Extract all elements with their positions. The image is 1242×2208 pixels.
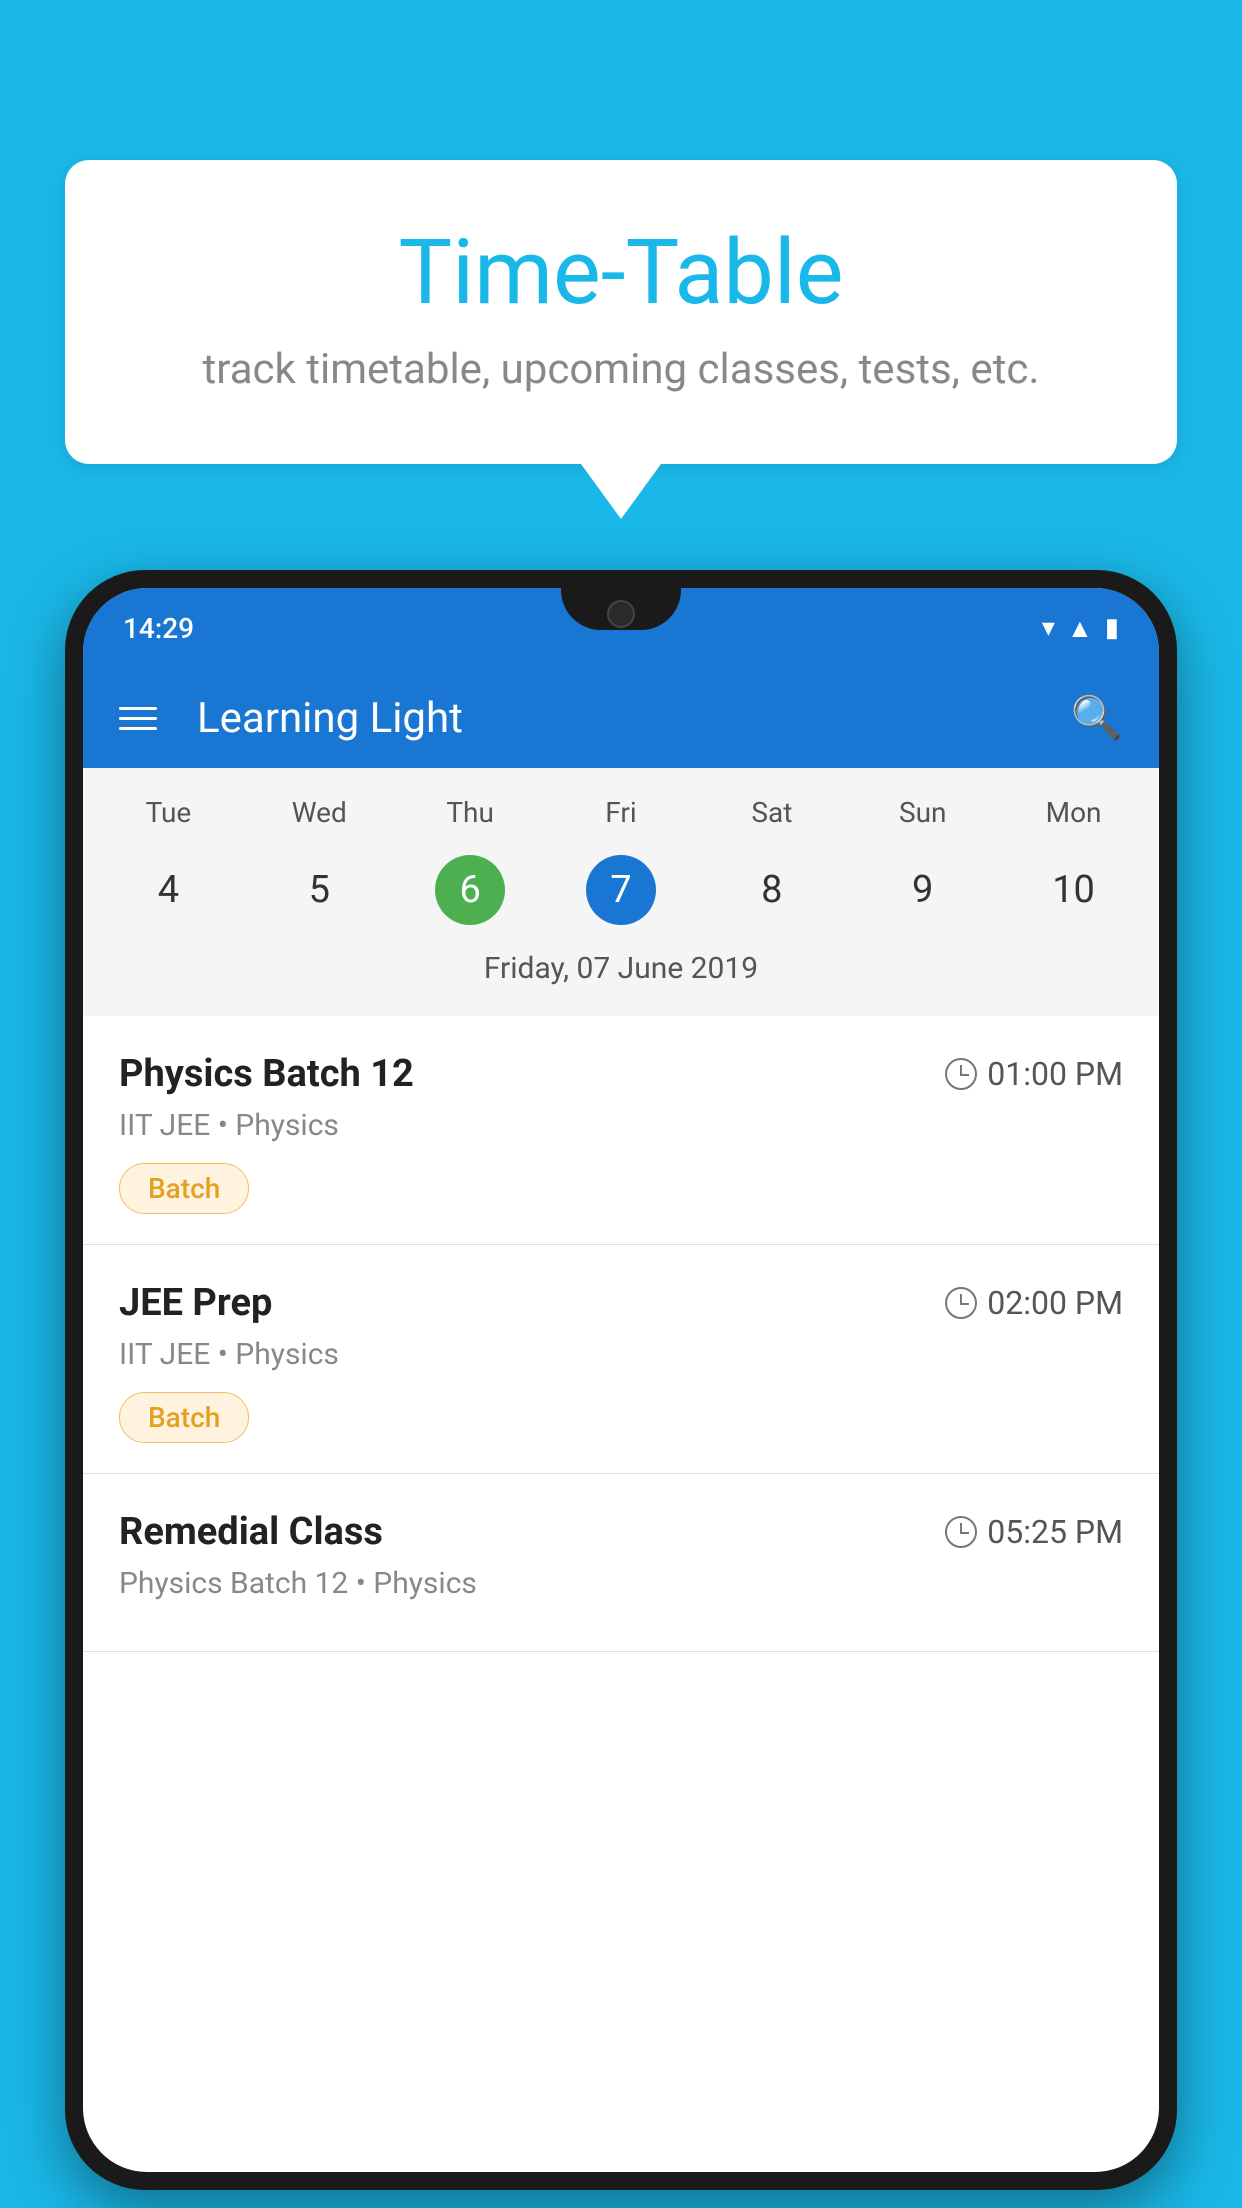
status-time: 14:29	[123, 612, 194, 645]
schedule-item-3[interactable]: Remedial Class 05:25 PM Physics Batch 12…	[83, 1474, 1159, 1652]
schedule-item-1-badge: Batch	[119, 1163, 249, 1214]
schedule-item-3-subtitle: Physics Batch 12 • Physics	[119, 1566, 1123, 1601]
day-header-fri: Fri	[546, 788, 697, 837]
phone-frame: 14:29 ▾ ▲ ▮ Learning Light 🔍	[65, 570, 1177, 2190]
app-bar: Learning Light 🔍	[83, 668, 1159, 768]
bubble-title: Time-Table	[145, 220, 1097, 325]
status-bar: 14:29 ▾ ▲ ▮	[83, 588, 1159, 668]
day-header-wed: Wed	[244, 788, 395, 837]
speech-bubble-container: Time-Table track timetable, upcoming cla…	[65, 160, 1177, 519]
day-header-thu: Thu	[395, 788, 546, 837]
day-6-today: 6	[435, 855, 505, 925]
battery-icon: ▮	[1105, 613, 1119, 643]
schedule-item-1-header: Physics Batch 12 01:00 PM	[119, 1052, 1123, 1096]
clock-icon-1	[945, 1058, 977, 1090]
schedule-item-3-time-text: 05:25 PM	[987, 1513, 1123, 1551]
search-icon[interactable]: 🔍	[1071, 694, 1123, 743]
clock-icon-2	[945, 1287, 977, 1319]
day-header-mon: Mon	[998, 788, 1149, 837]
schedule-item-2-title: JEE Prep	[119, 1281, 272, 1325]
day-cell-9[interactable]: 9	[847, 845, 998, 935]
schedule-item-1-time-text: 01:00 PM	[987, 1055, 1123, 1093]
selected-date: Friday, 07 June 2019	[83, 935, 1159, 1006]
calendar-strip: Tue Wed Thu Fri Sat Sun Mon 4 5	[83, 768, 1159, 1016]
schedule-item-2-time-text: 02:00 PM	[987, 1284, 1123, 1322]
schedule-item-1[interactable]: Physics Batch 12 01:00 PM IIT JEE • Phys…	[83, 1016, 1159, 1245]
day-10: 10	[1039, 855, 1109, 925]
notch-cutout	[561, 588, 681, 630]
bubble-subtitle: track timetable, upcoming classes, tests…	[145, 345, 1097, 394]
menu-icon[interactable]	[119, 707, 157, 730]
day-numbers: 4 5 6 7 8 9	[83, 845, 1159, 935]
day-4: 4	[133, 855, 203, 925]
day-cell-6[interactable]: 6	[395, 845, 546, 935]
day-header-sun: Sun	[847, 788, 998, 837]
wifi-icon: ▾	[1042, 613, 1055, 643]
schedule-item-3-time: 05:25 PM	[945, 1513, 1123, 1551]
day-8: 8	[737, 855, 807, 925]
schedule-item-3-header: Remedial Class 05:25 PM	[119, 1510, 1123, 1554]
phone-outer: 14:29 ▾ ▲ ▮ Learning Light 🔍	[65, 570, 1177, 2190]
bubble-arrow	[581, 464, 661, 519]
schedule-item-1-title: Physics Batch 12	[119, 1052, 414, 1096]
schedule-item-2-subtitle: IIT JEE • Physics	[119, 1337, 1123, 1372]
front-camera	[607, 600, 635, 628]
day-header-tue: Tue	[93, 788, 244, 837]
day-9: 9	[888, 855, 958, 925]
schedule-item-2-header: JEE Prep 02:00 PM	[119, 1281, 1123, 1325]
schedule-list: Physics Batch 12 01:00 PM IIT JEE • Phys…	[83, 1016, 1159, 1652]
speech-bubble: Time-Table track timetable, upcoming cla…	[65, 160, 1177, 464]
day-cell-4[interactable]: 4	[93, 845, 244, 935]
day-cell-10[interactable]: 10	[998, 845, 1149, 935]
day-5: 5	[284, 855, 354, 925]
day-header-sat: Sat	[696, 788, 847, 837]
schedule-item-2-time: 02:00 PM	[945, 1284, 1123, 1322]
schedule-item-1-subtitle: IIT JEE • Physics	[119, 1108, 1123, 1143]
schedule-item-1-time: 01:00 PM	[945, 1055, 1123, 1093]
day-cell-5[interactable]: 5	[244, 845, 395, 935]
day-cell-7[interactable]: 7	[546, 845, 697, 935]
schedule-item-2-badge: Batch	[119, 1392, 249, 1443]
signal-icon: ▲	[1067, 613, 1093, 644]
clock-icon-3	[945, 1516, 977, 1548]
schedule-item-2[interactable]: JEE Prep 02:00 PM IIT JEE • Physics Batc…	[83, 1245, 1159, 1474]
day-7-selected: 7	[586, 855, 656, 925]
phone-screen: 14:29 ▾ ▲ ▮ Learning Light 🔍	[83, 588, 1159, 2172]
status-icons: ▾ ▲ ▮	[1042, 613, 1119, 644]
schedule-item-3-title: Remedial Class	[119, 1510, 383, 1554]
app-title: Learning Light	[197, 694, 1041, 743]
day-cell-8[interactable]: 8	[696, 845, 847, 935]
day-headers: Tue Wed Thu Fri Sat Sun Mon	[83, 788, 1159, 837]
